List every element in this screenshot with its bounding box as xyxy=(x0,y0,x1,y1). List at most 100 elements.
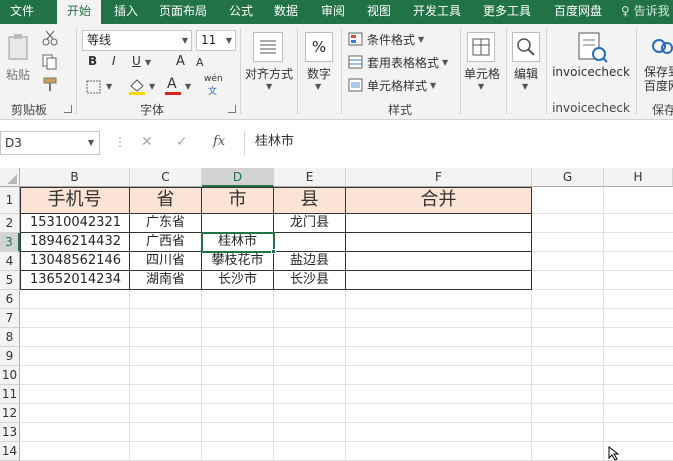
number-label[interactable]: 数字 xyxy=(303,65,335,82)
cell-styles-button[interactable]: 单元格样式 ▼ xyxy=(348,76,458,94)
cells-label[interactable]: 单元格 xyxy=(462,65,502,82)
border-icon[interactable] xyxy=(86,80,102,97)
row-header[interactable]: 14 xyxy=(0,442,20,461)
table-cell[interactable]: 龙门县 xyxy=(274,214,346,233)
chevron-down-icon[interactable]: ▼ xyxy=(145,58,151,67)
table-cell[interactable]: 攀枝花市 xyxy=(202,252,274,271)
bold-button[interactable]: B xyxy=(88,54,97,68)
row-header[interactable]: 2 xyxy=(0,214,20,233)
paste-button[interactable] xyxy=(6,32,32,62)
tab-data[interactable]: 数据 xyxy=(266,0,306,24)
column-header-h[interactable]: H xyxy=(604,168,673,187)
invoice-check-icon[interactable] xyxy=(575,30,609,64)
row-header[interactable]: 6 xyxy=(0,290,20,309)
table-cell[interactable]: 盐边县 xyxy=(274,252,346,271)
name-box[interactable]: D3 ▼ xyxy=(0,131,100,155)
row-header[interactable]: 10 xyxy=(0,366,20,385)
phonetic-guide-button[interactable]: wén 文 xyxy=(204,74,223,97)
tell-me-search[interactable]: ♀ 告诉我 xyxy=(621,0,670,24)
column-header-d[interactable]: D xyxy=(202,168,274,187)
enter-icon[interactable]: ✓ xyxy=(176,134,188,150)
tab-formulas[interactable]: 公式 xyxy=(222,0,260,24)
alignment-label[interactable]: 对齐方式 xyxy=(244,65,294,82)
alignment-icon[interactable] xyxy=(253,32,283,62)
row-header[interactable]: 13 xyxy=(0,423,20,442)
table-cell[interactable]: 15310042321 xyxy=(20,214,130,233)
header-cell-province[interactable]: 省 xyxy=(130,187,202,214)
select-all-corner[interactable] xyxy=(0,168,20,187)
table-cell[interactable] xyxy=(274,233,346,252)
grow-font-button[interactable]: A xyxy=(176,54,185,69)
cut-icon[interactable] xyxy=(42,30,58,49)
row-header[interactable]: 12 xyxy=(0,404,20,423)
table-cell[interactable]: 四川省 xyxy=(130,252,202,271)
header-cell-phone[interactable]: 手机号 xyxy=(20,187,130,214)
format-painter-icon[interactable] xyxy=(42,76,60,95)
table-cell[interactable]: 13652014234 xyxy=(20,271,130,290)
tab-baidu-pan[interactable]: 百度网盘 xyxy=(547,0,609,24)
fill-handle[interactable] xyxy=(271,249,276,254)
table-cell[interactable]: 长沙市 xyxy=(202,271,274,290)
italic-button[interactable]: I xyxy=(112,54,116,68)
column-header-e[interactable]: E xyxy=(274,168,346,187)
tab-view[interactable]: 视图 xyxy=(359,0,399,24)
chevron-down-icon[interactable]: ▼ xyxy=(185,82,191,91)
table-cell[interactable]: 18946214432 xyxy=(20,233,130,252)
font-launcher-icon[interactable] xyxy=(228,105,236,113)
column-header-f[interactable]: F xyxy=(346,168,532,187)
row-header[interactable]: 4 xyxy=(0,252,20,271)
insert-function-icon[interactable]: fx xyxy=(213,134,225,149)
cancel-icon[interactable]: ✕ xyxy=(141,134,153,150)
shrink-font-button[interactable]: A xyxy=(196,56,204,69)
header-cell-county[interactable]: 县 xyxy=(274,187,346,214)
percent-icon[interactable]: % xyxy=(305,32,333,62)
row-header[interactable]: 3 xyxy=(0,233,20,252)
invoicecheck-button-label[interactable]: invoicecheck xyxy=(550,65,632,79)
table-cell[interactable]: 广西省 xyxy=(130,233,202,252)
row-header[interactable]: 9 xyxy=(0,347,20,366)
chevron-down-icon: ▼ xyxy=(442,58,449,67)
save-to-baidu-button[interactable]: 保存到百度网 xyxy=(644,65,673,93)
tab-file[interactable]: 文件 xyxy=(0,0,44,24)
conditional-format-button[interactable]: 条件格式 ▼ xyxy=(348,30,458,48)
table-cell[interactable] xyxy=(346,233,532,252)
row-header[interactable]: 8 xyxy=(0,328,20,347)
row-header[interactable]: 5 xyxy=(0,271,20,290)
formula-input[interactable]: 桂林市 xyxy=(244,131,673,155)
tab-insert[interactable]: 插入 xyxy=(104,0,148,24)
editing-label[interactable]: 编辑 xyxy=(510,65,542,82)
row-header[interactable]: 11 xyxy=(0,385,20,404)
cells-icon[interactable] xyxy=(467,32,495,62)
format-as-table-button[interactable]: 套用表格格式 ▼ xyxy=(348,53,458,71)
tab-developer[interactable]: 开发工具 xyxy=(406,0,468,24)
copy-icon[interactable] xyxy=(42,54,62,73)
font-size-dropdown[interactable]: 11 ▼ xyxy=(196,30,236,51)
font-name-dropdown[interactable]: 等线 ▼ xyxy=(82,30,192,51)
tab-review[interactable]: 审阅 xyxy=(313,0,353,24)
table-cell[interactable] xyxy=(202,214,274,233)
table-cell[interactable]: 湖南省 xyxy=(130,271,202,290)
row-header[interactable]: 1 xyxy=(0,187,20,214)
table-cell[interactable] xyxy=(346,252,532,271)
table-cell[interactable]: 长沙县 xyxy=(274,271,346,290)
tab-more-tools[interactable]: 更多工具 xyxy=(476,0,538,24)
header-cell-city[interactable]: 市 xyxy=(202,187,274,214)
search-icon[interactable] xyxy=(512,32,540,62)
table-cell[interactable]: 广东省 xyxy=(130,214,202,233)
table-cell[interactable] xyxy=(346,271,532,290)
chevron-down-icon[interactable]: ▼ xyxy=(149,82,155,91)
fill-color-icon[interactable] xyxy=(128,78,146,99)
column-header-b[interactable]: B xyxy=(20,168,130,187)
underline-button[interactable]: U xyxy=(132,54,141,68)
column-header-g[interactable]: G xyxy=(532,168,604,187)
table-cell[interactable]: 13048562146 xyxy=(20,252,130,271)
tab-page-layout[interactable]: 页面布局 xyxy=(152,0,214,24)
table-cell[interactable] xyxy=(346,214,532,233)
column-header-c[interactable]: C xyxy=(130,168,202,187)
baidu-cloud-icon[interactable] xyxy=(649,32,673,63)
tab-home[interactable]: 开始 xyxy=(57,0,101,25)
clipboard-launcher-icon[interactable] xyxy=(64,105,72,113)
row-header[interactable]: 7 xyxy=(0,309,20,328)
chevron-down-icon[interactable]: ▼ xyxy=(106,82,112,91)
header-cell-merge[interactable]: 合并 xyxy=(346,187,532,214)
